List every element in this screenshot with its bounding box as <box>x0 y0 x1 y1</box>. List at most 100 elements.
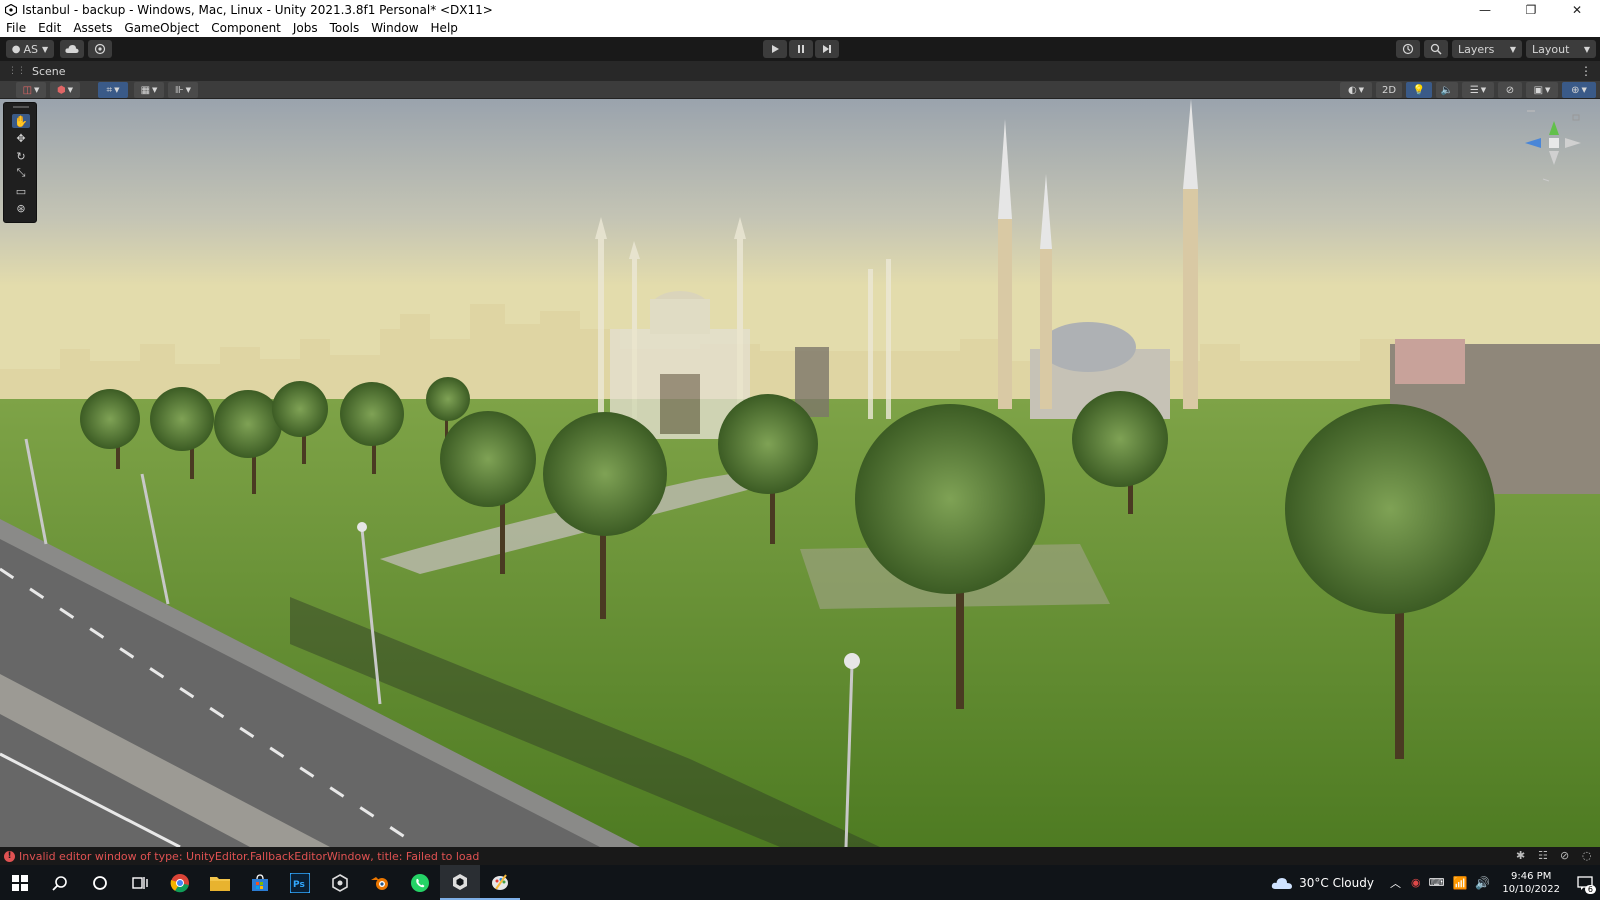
menu-edit[interactable]: Edit <box>32 21 67 35</box>
grid-dropdown[interactable]: ▦ ▼ <box>134 82 164 98</box>
taskbar-photoshop[interactable]: Ps <box>280 865 320 900</box>
status-progress-icon[interactable]: ◌ <box>1582 849 1592 862</box>
kebab-menu-icon[interactable]: ⋮ <box>1580 64 1592 78</box>
wifi-icon[interactable]: 📶 <box>1452 876 1467 890</box>
layers-dropdown[interactable]: Layers ▼ <box>1452 40 1522 58</box>
chrome-icon <box>170 873 189 892</box>
tab-scene[interactable]: Scene <box>32 65 66 78</box>
menu-window[interactable]: Window <box>365 21 424 35</box>
collab-icon <box>94 43 106 55</box>
status-message[interactable]: Invalid editor window of type: UnityEdit… <box>19 850 479 863</box>
effects-dropdown[interactable]: ☰ ▼ <box>1462 82 1494 98</box>
status-bar: ! Invalid editor window of type: UnityEd… <box>0 847 1600 865</box>
cloud-button[interactable] <box>60 40 84 58</box>
step-button[interactable] <box>815 40 839 58</box>
camera-dropdown[interactable]: ▣ ▼ <box>1526 82 1558 98</box>
draw-mode-dropdown[interactable]: ◫ ▼ <box>16 82 46 98</box>
error-icon: ! <box>4 850 15 862</box>
cortana-button[interactable] <box>80 865 120 900</box>
rect-tool-icon[interactable]: ▭ <box>12 184 30 198</box>
pause-button[interactable] <box>789 40 813 58</box>
search-icon <box>1430 43 1442 55</box>
taskbar-unity-editor[interactable] <box>440 865 480 900</box>
system-tray: 30°C Cloudy ︿ ◉ ⌨ 📶 🔊 9:46 PM 10/10/2022… <box>1271 865 1600 900</box>
task-view-icon <box>132 876 148 889</box>
menu-jobs[interactable]: Jobs <box>287 21 324 35</box>
camera-icon: ▣ <box>1533 84 1544 96</box>
search-button[interactable] <box>1424 40 1448 58</box>
taskbar-file-explorer[interactable] <box>200 865 240 900</box>
notification-center-button[interactable]: 6 <box>1570 865 1600 900</box>
gizmos-dropdown[interactable]: ⊕ ▼ <box>1562 82 1596 98</box>
undo-history-button[interactable] <box>1396 40 1420 58</box>
chevron-down-icon: ▼ <box>1581 86 1587 94</box>
unity-icon <box>453 873 467 890</box>
transform-tool-icon[interactable]: ⊛ <box>12 201 30 215</box>
chevron-down-icon: ▼ <box>1480 86 1487 94</box>
move-tool-icon[interactable]: ✥ <box>12 131 30 145</box>
increment-snap-dropdown[interactable]: ⊪ ▼ <box>168 82 198 98</box>
taskbar-chrome[interactable] <box>160 865 200 900</box>
menu-tools[interactable]: Tools <box>324 21 366 35</box>
hidden-objects-toggle[interactable]: ⊘ <box>1498 82 1522 98</box>
account-label: AS <box>23 42 39 56</box>
chevron-up-icon[interactable]: ︿ <box>1390 875 1401 891</box>
window-title: Istanbul - backup - Windows, Mac, Linux … <box>22 2 493 17</box>
grid-snap-dropdown[interactable]: ⌗ ▼ <box>98 82 128 98</box>
grid-snap-icon: ⌗ <box>106 84 113 96</box>
taskbar-unity-hub[interactable] <box>320 865 360 900</box>
taskbar-whatsapp[interactable] <box>400 865 440 900</box>
menu-assets[interactable]: Assets <box>67 21 118 35</box>
scene-tab-strip: ⋮⋮ Scene ⋮ <box>0 61 1600 81</box>
taskbar-paint-app[interactable] <box>480 865 520 900</box>
scale-tool-icon[interactable]: ⤡ <box>12 166 30 180</box>
maximize-button[interactable]: ❐ <box>1508 0 1554 19</box>
start-button[interactable] <box>0 865 40 900</box>
language-icon[interactable]: ⌨ <box>1429 876 1445 889</box>
step-icon <box>823 45 831 53</box>
menu-gameobject[interactable]: GameObject <box>118 21 205 35</box>
close-button[interactable]: ✕ <box>1554 0 1600 19</box>
photoshop-icon: Ps <box>290 872 310 893</box>
minimize-button[interactable]: — <box>1462 0 1508 19</box>
clock[interactable]: 9:46 PM 10/10/2022 <box>1502 870 1560 896</box>
rotate-tool-icon[interactable]: ↻ <box>12 149 30 163</box>
history-icon <box>1402 43 1414 55</box>
status-cache-icon[interactable]: ☷ <box>1538 849 1548 862</box>
scene-viewport[interactable] <box>0 99 1600 847</box>
audio-toggle[interactable]: 🔈 <box>1436 82 1458 98</box>
volume-icon[interactable]: 🔊 <box>1475 876 1490 890</box>
menu-component[interactable]: Component <box>205 21 287 35</box>
render-mode-dropdown[interactable]: ◐ ▼ <box>1340 82 1372 98</box>
chevron-down-icon: ▼ <box>1358 86 1365 94</box>
taskbar-search-button[interactable] <box>40 865 80 900</box>
unity-hub-icon <box>332 873 348 892</box>
layout-dropdown[interactable]: Layout ▼ <box>1526 40 1596 58</box>
cloud-weather-icon <box>1271 877 1293 889</box>
account-dropdown[interactable]: ● AS ▼ <box>6 40 54 58</box>
menu-help[interactable]: Help <box>425 21 464 35</box>
network-app-icon[interactable]: ◉ <box>1411 876 1421 889</box>
pause-icon <box>798 45 804 53</box>
svg-text:Ps: Ps <box>293 880 305 890</box>
windows-logo-icon <box>12 874 28 891</box>
toggle-2d-button[interactable]: 2D <box>1376 82 1402 98</box>
shading-dropdown[interactable]: ⬢ ▼ <box>50 82 80 98</box>
scene-render <box>0 99 1600 847</box>
hand-tool-icon[interactable]: ✋ <box>12 114 30 128</box>
chevron-down-icon: ▼ <box>1545 86 1551 94</box>
scene-orientation-gizmo[interactable] <box>1515 109 1587 189</box>
lighting-toggle[interactable]: 💡 <box>1406 82 1432 98</box>
clock-date: 10/10/2022 <box>1502 883 1560 895</box>
menu-bar: File Edit Assets GameObject Component Jo… <box>0 19 1600 37</box>
grip-icon: ⋮⋮ <box>8 66 26 76</box>
weather-text[interactable]: 30°C Cloudy <box>1299 876 1374 890</box>
play-button[interactable] <box>763 40 787 58</box>
collab-button[interactable] <box>88 40 112 58</box>
taskbar-blender[interactable] <box>360 865 400 900</box>
task-view-button[interactable] <box>120 865 160 900</box>
menu-file[interactable]: File <box>0 21 32 35</box>
status-debug-icon[interactable]: ✱ <box>1516 849 1525 862</box>
taskbar-store[interactable] <box>240 865 280 900</box>
status-auto-icon[interactable]: ⊘ <box>1560 849 1569 862</box>
